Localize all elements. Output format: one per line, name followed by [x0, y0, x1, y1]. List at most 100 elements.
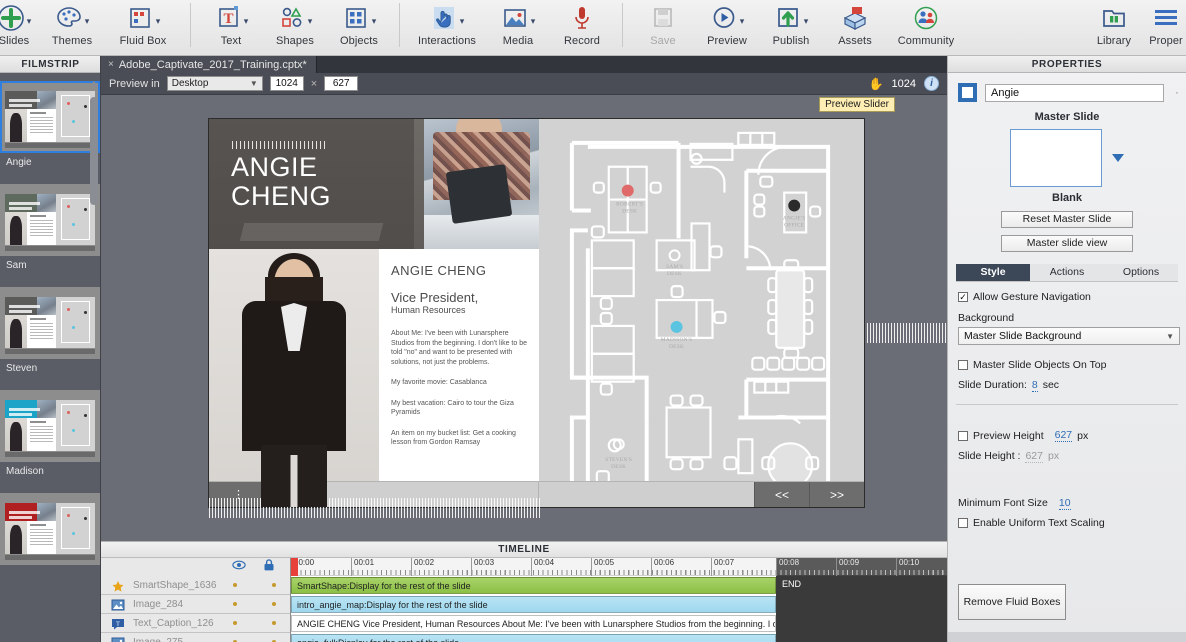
- eye-icon[interactable]: [232, 558, 246, 576]
- filmstrip-scrollbar[interactable]: [90, 97, 98, 205]
- timeline-bar[interactable]: intro_angie_map:Display for the rest of …: [291, 596, 776, 613]
- preview-height-value[interactable]: 627: [1054, 429, 1073, 442]
- toolbar-button-media[interactable]: ▾ Media: [486, 0, 550, 54]
- timeline-row[interactable]: T Text_Caption_126: [101, 614, 290, 633]
- timeline-row[interactable]: Image_275: [101, 633, 290, 642]
- timeline-bar[interactable]: angie_full:Display for the rest of the s…: [291, 634, 776, 642]
- timeline-visibility-toggle[interactable]: [233, 621, 237, 625]
- chevron-down-icon[interactable]: ▾: [372, 16, 377, 26]
- chevron-down-icon[interactable]: ▾: [244, 16, 249, 26]
- master-slide-objects-on-top-row[interactable]: Master Slide Objects On Top: [958, 359, 1186, 371]
- playbar-prev-button[interactable]: <<: [754, 482, 809, 507]
- timeline-row[interactable]: SmartShape_1636: [101, 576, 290, 595]
- uniform-text-scaling-row[interactable]: Enable Uniform Text Scaling: [958, 517, 1186, 529]
- bio-text-caption[interactable]: ANGIE CHENG Vice President, Human Resour…: [379, 249, 539, 507]
- minimum-font-size-value[interactable]: 10: [1058, 497, 1071, 510]
- background-select[interactable]: Master Slide Background ▼: [958, 327, 1180, 345]
- filmstrip-slide-5[interactable]: [0, 493, 101, 565]
- tab-actions[interactable]: Actions: [1030, 264, 1104, 281]
- document-tab[interactable]: × Adobe_Captivate_2017_Training.cptx*: [101, 56, 317, 73]
- filmstrip-slide-angie[interactable]: Angie: [0, 81, 101, 178]
- timeline-bar[interactable]: SmartShape:Display for the rest of the s…: [291, 577, 776, 594]
- info-icon[interactable]: i: [924, 76, 939, 91]
- timeline-bar[interactable]: ANGIE CHENG Vice President, Human Resour…: [291, 615, 776, 632]
- toolbar-button-publish[interactable]: ▾ Publish: [759, 0, 823, 54]
- toolbar-button-properties[interactable]: Proper: [1146, 0, 1186, 54]
- slide-hero-banner[interactable]: ANGIE CHENG: [209, 119, 539, 249]
- filmstrip-scroll-up-arrow[interactable]: [90, 81, 98, 86]
- toolbar-button-text[interactable]: T ▾ Text: [199, 0, 263, 54]
- lock-icon[interactable]: [262, 558, 276, 576]
- master-slide-section: Master Slide Blank: [948, 111, 1186, 204]
- more-options-icon[interactable]: ·: [1172, 87, 1182, 99]
- toolbar-button-slides[interactable]: ▾ Slides: [0, 0, 40, 54]
- allow-gesture-navigation-row[interactable]: ✓ Allow Gesture Navigation: [958, 291, 1186, 303]
- slide-duration-value[interactable]: 8: [1031, 379, 1038, 392]
- uniform-text-scaling-label: Enable Uniform Text Scaling: [973, 517, 1105, 529]
- playbar-next-button[interactable]: >>: [809, 482, 864, 507]
- close-icon[interactable]: ×: [108, 59, 114, 70]
- slide-thumbnail[interactable]: [0, 184, 100, 256]
- chevron-down-icon[interactable]: ▾: [531, 16, 536, 26]
- chevron-down-icon[interactable]: ▾: [156, 16, 161, 26]
- checkbox-unchecked-icon[interactable]: [958, 360, 968, 370]
- slide-thumbnail[interactable]: [0, 390, 100, 462]
- portrait-photo[interactable]: [209, 249, 379, 507]
- tab-options[interactable]: Options: [1104, 264, 1178, 281]
- toolbar-button-interactions[interactable]: ▾ Interactions: [408, 0, 486, 54]
- checkbox-unchecked-icon[interactable]: [958, 430, 968, 441]
- preview-width-input[interactable]: 1024: [269, 76, 304, 91]
- map-dot-robert: [621, 184, 634, 197]
- timeline-row[interactable]: Image_284: [101, 595, 290, 614]
- remove-fluid-boxes-button[interactable]: Remove Fluid Boxes: [958, 584, 1066, 620]
- preview-height-label: Preview Height: [973, 429, 1044, 442]
- toolbar-button-library[interactable]: Library: [1082, 0, 1146, 54]
- filmstrip-slide-sam[interactable]: Sam: [0, 184, 101, 281]
- preview-height-input[interactable]: 627: [324, 76, 359, 91]
- slide-stage[interactable]: ANGIE CHENG ANGIE CHENG Vice President, …: [208, 118, 865, 508]
- toolbar-button-record[interactable]: Record: [550, 0, 614, 54]
- toolbar-button-community[interactable]: Community: [887, 0, 965, 54]
- master-slide-preview[interactable]: [1010, 129, 1102, 187]
- slide-thumbnail[interactable]: [0, 287, 100, 359]
- toolbar-button-assets[interactable]: Assets: [823, 0, 887, 54]
- slide-thumbnail[interactable]: [0, 493, 100, 565]
- device-select[interactable]: Desktop ▼: [166, 76, 263, 91]
- chevron-down-icon[interactable]: ▾: [27, 16, 32, 26]
- timeline-playhead[interactable]: [291, 558, 298, 576]
- timeline-visibility-toggle[interactable]: [233, 602, 237, 606]
- timeline-lock-toggle[interactable]: [272, 621, 276, 625]
- toolbar-button-save[interactable]: Save: [631, 0, 695, 54]
- timeline-track-area[interactable]: 00:00 00:01 00:02 00:03 00:04 00:05 00:0…: [291, 558, 947, 642]
- chevron-down-icon[interactable]: ▾: [460, 16, 465, 26]
- master-slide-view-button[interactable]: Master slide view: [1001, 235, 1133, 252]
- tab-style[interactable]: Style: [956, 264, 1030, 281]
- timeline-visibility-toggle[interactable]: [233, 583, 237, 587]
- toolbar-button-fluid-box[interactable]: ▾ Fluid Box: [104, 0, 182, 54]
- checkbox-unchecked-icon[interactable]: [958, 518, 968, 528]
- slide-thumbnail[interactable]: [0, 81, 100, 153]
- hand-grab-icon[interactable]: ✋: [869, 77, 884, 91]
- timeline-lock-toggle[interactable]: [272, 583, 276, 587]
- filmstrip-slide-madison[interactable]: Madison: [0, 390, 101, 487]
- toolbar-button-preview[interactable]: ▾ Preview: [695, 0, 759, 54]
- toolbar-button-shapes[interactable]: ▾ Shapes: [263, 0, 327, 54]
- timeline-lock-toggle[interactable]: [272, 602, 276, 606]
- chevron-down-icon[interactable]: ▾: [308, 16, 313, 26]
- preview-height-row[interactable]: Preview Height 627 px: [958, 429, 1186, 442]
- slide-name-input[interactable]: Angie: [985, 83, 1164, 102]
- toolbar-button-objects[interactable]: ▾ Objects: [327, 0, 391, 54]
- map-label-robert-1: ROBERT'S: [616, 202, 643, 208]
- chevron-down-icon[interactable]: ▾: [804, 16, 809, 26]
- office-floorplan-image[interactable]: ROBERT'S DESK SAM'S DESK MADISON'S DESK …: [539, 119, 864, 507]
- checkbox-checked-icon[interactable]: ✓: [958, 292, 968, 302]
- toolbar-button-themes[interactable]: ▾ Themes: [40, 0, 104, 54]
- filmstrip-slide-steven[interactable]: Steven: [0, 287, 101, 384]
- filmstrip-list[interactable]: Angie Sam Steven Madison: [0, 73, 101, 642]
- chevron-down-icon[interactable]: [1112, 154, 1124, 162]
- slide-color-swatch[interactable]: [958, 83, 977, 102]
- chevron-down-icon[interactable]: ▾: [85, 16, 90, 26]
- reset-master-slide-button[interactable]: Reset Master Slide: [1001, 211, 1133, 228]
- timeline-ruler-end[interactable]: 00:08 00:09 00:10: [776, 558, 947, 576]
- chevron-down-icon[interactable]: ▾: [740, 16, 745, 26]
